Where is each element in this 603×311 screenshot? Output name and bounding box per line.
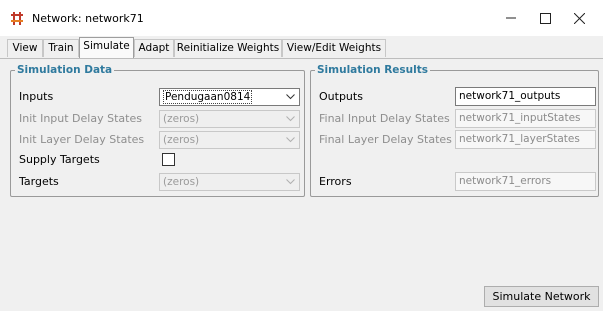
close-button[interactable] <box>557 6 601 30</box>
tab-train[interactable]: Train <box>43 39 79 57</box>
outputs-label: Outputs <box>319 90 363 103</box>
init-layer-delay-value: (zeros) <box>163 134 200 146</box>
maximize-icon <box>539 12 551 24</box>
chevron-down-icon <box>284 111 296 127</box>
supply-targets-label: Supply Targets <box>19 153 100 166</box>
tab-bar: View Train Simulate Adapt Reinitialize W… <box>0 36 603 59</box>
simulate-network-button[interactable]: Simulate Network <box>484 286 599 307</box>
chevron-down-icon <box>284 89 296 105</box>
errors-label: Errors <box>319 175 352 188</box>
minimize-icon <box>506 17 516 19</box>
targets-value: (zeros) <box>163 176 200 188</box>
inputs-select[interactable]: Pendugaan0814 <box>159 88 300 106</box>
window-title: Network: network71 <box>32 12 144 25</box>
simulation-results-title: Simulation Results <box>315 63 431 77</box>
init-input-delay-value: (zeros) <box>163 113 200 125</box>
final-layer-delay-field[interactable]: network71_layerStates <box>455 130 596 149</box>
targets-label: Targets <box>19 175 59 188</box>
supply-targets-checkbox[interactable] <box>162 153 175 166</box>
tab-view-edit-weights[interactable]: View/Edit Weights <box>282 39 386 57</box>
errors-field[interactable]: network71_errors <box>455 172 596 191</box>
matlab-network-icon <box>11 12 23 25</box>
tab-adapt[interactable]: Adapt <box>134 39 174 57</box>
simulation-data-panel: Simulation Data Inputs Pendugaan0814 Ini… <box>10 63 305 197</box>
title-bar[interactable]: Network: network71 <box>0 0 603 36</box>
init-input-delay-label: Init Input Delay States <box>19 112 142 125</box>
simulation-data-title: Simulation Data <box>15 63 115 77</box>
simulation-results-panel: Simulation Results Outputs network71_out… <box>310 63 599 197</box>
final-layer-delay-label: Final Layer Delay States <box>319 133 452 146</box>
final-input-delay-label: Final Input Delay States <box>319 112 450 125</box>
outputs-field[interactable]: network71_outputs <box>455 87 596 106</box>
final-input-delay-field[interactable]: network71_inputStates <box>455 109 596 128</box>
tab-reinitialize-weights[interactable]: Reinitialize Weights <box>174 39 282 57</box>
inputs-select-value: Pendugaan0814 <box>163 90 253 104</box>
chevron-down-icon <box>284 174 296 190</box>
targets-select[interactable]: (zeros) <box>159 173 300 191</box>
init-layer-delay-label: Init Layer Delay States <box>19 133 145 146</box>
chevron-down-icon <box>284 132 296 148</box>
inputs-label: Inputs <box>19 90 54 103</box>
tab-view[interactable]: View <box>7 39 43 57</box>
init-input-delay-select[interactable]: (zeros) <box>159 110 300 128</box>
init-layer-delay-select[interactable]: (zeros) <box>159 131 300 149</box>
close-icon <box>573 12 585 24</box>
tab-simulate[interactable]: Simulate <box>79 37 134 58</box>
